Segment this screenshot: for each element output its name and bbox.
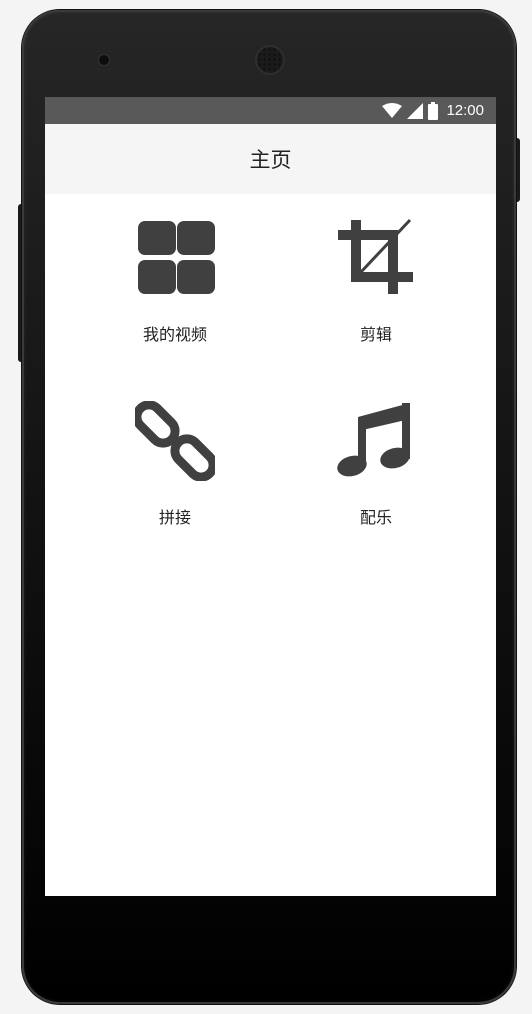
status-time: 12:00 — [446, 102, 484, 119]
link-icon — [135, 401, 215, 481]
tile-label: 拼接 — [158, 508, 191, 527]
status-icons: 12:00 — [382, 97, 484, 124]
crop-icon — [338, 218, 413, 294]
tile-music[interactable]: 配乐 — [296, 401, 456, 551]
music-note-icon — [337, 403, 410, 477]
app-bar: 主页 — [45, 124, 496, 194]
tile-stitch[interactable]: 拼接 — [95, 401, 255, 551]
tile-label: 配乐 — [359, 508, 392, 527]
page-title: 主页 — [249, 148, 292, 172]
cell-signal-icon — [407, 102, 424, 119]
tile-label: 我的视频 — [142, 325, 207, 344]
tile-edit[interactable]: 剪辑 — [296, 218, 456, 368]
front-camera — [99, 55, 109, 65]
earpiece-speaker — [257, 47, 283, 73]
battery-icon — [428, 101, 439, 120]
tile-label: 剪辑 — [359, 325, 392, 344]
screen: 12:00 主页 我的视频 剪辑 拼接 配乐 — [45, 97, 496, 896]
status-bar: 12:00 — [45, 97, 496, 124]
wifi-icon — [382, 103, 403, 118]
tile-my-videos[interactable]: 我的视频 — [95, 218, 255, 368]
grid-icon — [138, 221, 215, 294]
